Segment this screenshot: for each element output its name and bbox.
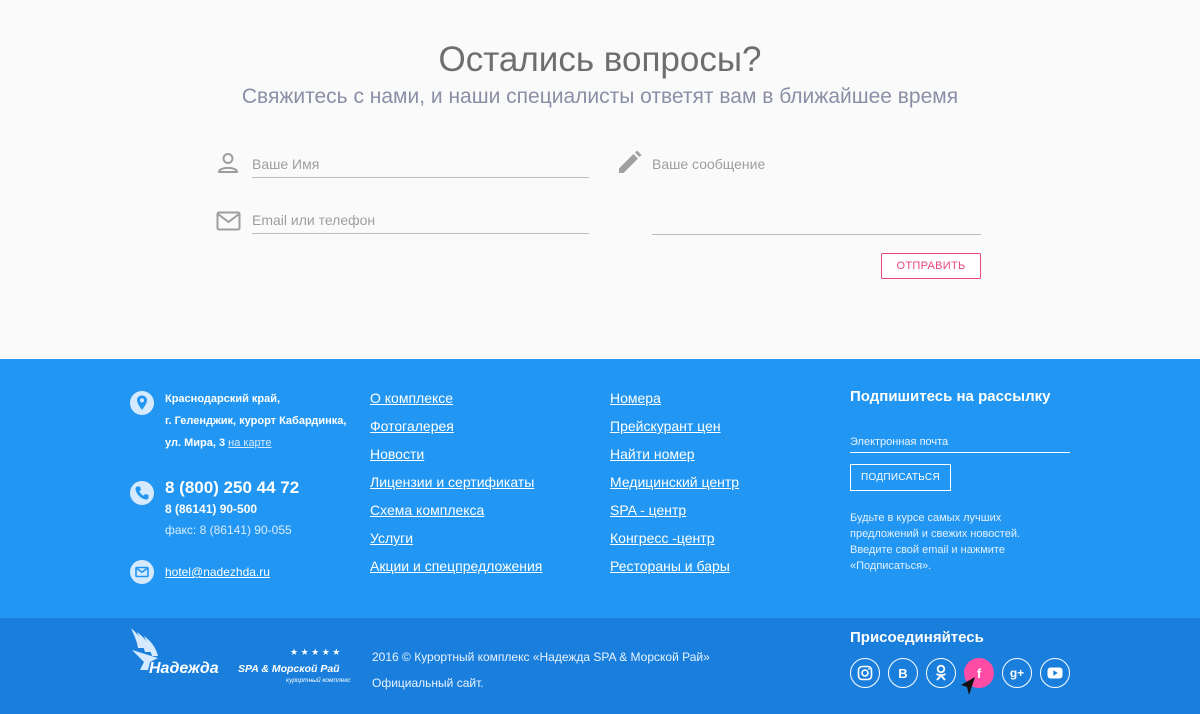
phone-main[interactable]: 8 (800) 250 44 72 [165, 478, 299, 498]
footer-nav-item: Прейскурант цен [610, 416, 739, 444]
phone-icon [130, 481, 154, 505]
footer-top: Краснодарский край, г. Геленджик, курорт… [0, 359, 1200, 618]
copyright-line: Официальный сайт. [372, 676, 484, 690]
footer-nav-left: О комплексе Фотогалерея Новости Лицензии… [370, 388, 542, 584]
nav-link-congress[interactable]: Конгресс -центр [610, 530, 714, 546]
nav-link-find-room[interactable]: Найти номер [610, 446, 695, 462]
email-icon [130, 560, 154, 584]
social-title: Присоединяйтесь [850, 629, 984, 646]
youtube-icon [1047, 667, 1063, 679]
footer-nav-item: Найти номер [610, 444, 739, 472]
nav-link-prices[interactable]: Прейскурант цен [610, 418, 721, 434]
site-logo[interactable]: ★ ★ ★ ★ ★ Надежда SPA & Морской Рай куро… [128, 626, 353, 688]
google-plus-button[interactable]: g+ [1002, 658, 1032, 688]
odnoklassniki-icon [936, 664, 946, 681]
footer-nav-item: О комплексе [370, 388, 542, 416]
nav-link-news[interactable]: Новости [370, 446, 424, 462]
nav-link-gallery[interactable]: Фотогалерея [370, 418, 454, 434]
logo-sub: курортный комплекс [286, 676, 351, 684]
logo-name: Надежда [149, 660, 219, 677]
vk-button[interactable]: B [888, 658, 918, 688]
nav-link-spa[interactable]: SPA - центр [610, 502, 686, 518]
nav-link-services[interactable]: Услуги [370, 530, 413, 546]
name-input[interactable] [252, 150, 589, 177]
footer-bottom: ★ ★ ★ ★ ★ Надежда SPA & Морской Рай куро… [0, 618, 1200, 714]
nav-link-offers[interactable]: Акции и спецпредложения [370, 558, 542, 574]
nav-link-restaurants[interactable]: Рестораны и бары [610, 558, 730, 574]
message-field[interactable] [652, 150, 981, 235]
footer-nav-item: Конгресс -центр [610, 528, 739, 556]
location-icon [130, 391, 154, 415]
footer-nav-item: Фотогалерея [370, 416, 542, 444]
nav-link-about[interactable]: О комплексе [370, 390, 453, 406]
newsletter-title: Подпишитесь на рассылку [850, 388, 1051, 405]
pencil-icon [619, 150, 642, 173]
fax-number: факс: 8 (86141) 90-055 [165, 523, 292, 537]
footer-nav-item: Услуги [370, 528, 542, 556]
vk-icon: B [898, 665, 908, 681]
map-link[interactable]: на карте [228, 437, 271, 449]
footer-nav-item: Схема комплекса [370, 500, 542, 528]
contact-subtitle: Свяжитесь с нами, и наши специалисты отв… [241, 85, 959, 108]
nav-link-licenses[interactable]: Лицензии и сертификаты [370, 474, 534, 490]
address-block: Краснодарский край, г. Геленджик, курорт… [165, 388, 346, 454]
nav-link-medical[interactable]: Медицинский центр [610, 474, 739, 490]
message-textarea[interactable] [652, 150, 981, 234]
odnoklassniki-button[interactable] [926, 658, 956, 688]
phone-secondary[interactable]: 8 (86141) 90-500 [165, 502, 257, 516]
logo-tagline: SPA & Морской Рай [238, 663, 340, 675]
footer-nav-item: Медицинский центр [610, 472, 739, 500]
footer-nav-item: Новости [370, 444, 542, 472]
facebook-icon: f [976, 665, 982, 681]
nav-link-map-scheme[interactable]: Схема комплекса [370, 502, 484, 518]
footer-nav-item: SPA - центр [610, 500, 739, 528]
contact-section: Остались вопросы? Свяжитесь с нами, и на… [0, 0, 1200, 359]
logo-stars: ★ ★ ★ ★ ★ [290, 647, 340, 657]
email-or-phone-input[interactable] [252, 206, 589, 233]
google-plus-icon: g+ [1009, 666, 1025, 680]
newsletter-email-field[interactable] [850, 432, 1070, 453]
newsletter-note: Будьте в курсе самых лучших предложений … [850, 512, 1021, 572]
address-line: Краснодарский край, [165, 393, 281, 405]
facebook-button[interactable]: f [964, 658, 994, 688]
footer-nav-right: Номера Прейскурант цен Найти номер Медиц… [610, 388, 739, 584]
contact-title: Остались вопросы? [438, 40, 762, 79]
mail-icon [216, 211, 241, 231]
nav-link-rooms[interactable]: Номера [610, 390, 661, 406]
instagram-button[interactable] [850, 658, 880, 688]
footer-nav-item: Рестораны и бары [610, 556, 739, 584]
address-line: г. Геленджик, курорт Кабардинка, [165, 415, 347, 427]
instagram-icon [857, 665, 873, 681]
footer-nav-item: Лицензии и сертификаты [370, 472, 542, 500]
copyright: 2016 © Курортный комплекс «Надежда SPA &… [372, 644, 710, 696]
youtube-button[interactable] [1040, 658, 1070, 688]
contact-field[interactable] [252, 206, 589, 234]
address-line: ул. Мира, 3 на карте [165, 437, 272, 449]
submit-button[interactable]: ОТПРАВИТЬ [881, 253, 981, 279]
person-icon [217, 153, 239, 173]
footer-nav-item: Номера [610, 388, 739, 416]
footer-nav-item: Акции и спецпредложения [370, 556, 542, 584]
copyright-line: 2016 © Курортный комплекс «Надежда SPA &… [372, 650, 710, 664]
email-link[interactable]: hotel@nadezhda.ru [165, 565, 270, 579]
newsletter-email-input[interactable] [850, 432, 1070, 452]
name-field[interactable] [252, 150, 589, 178]
subscribe-button[interactable]: ПОДПИСАТЬСЯ [850, 464, 951, 491]
